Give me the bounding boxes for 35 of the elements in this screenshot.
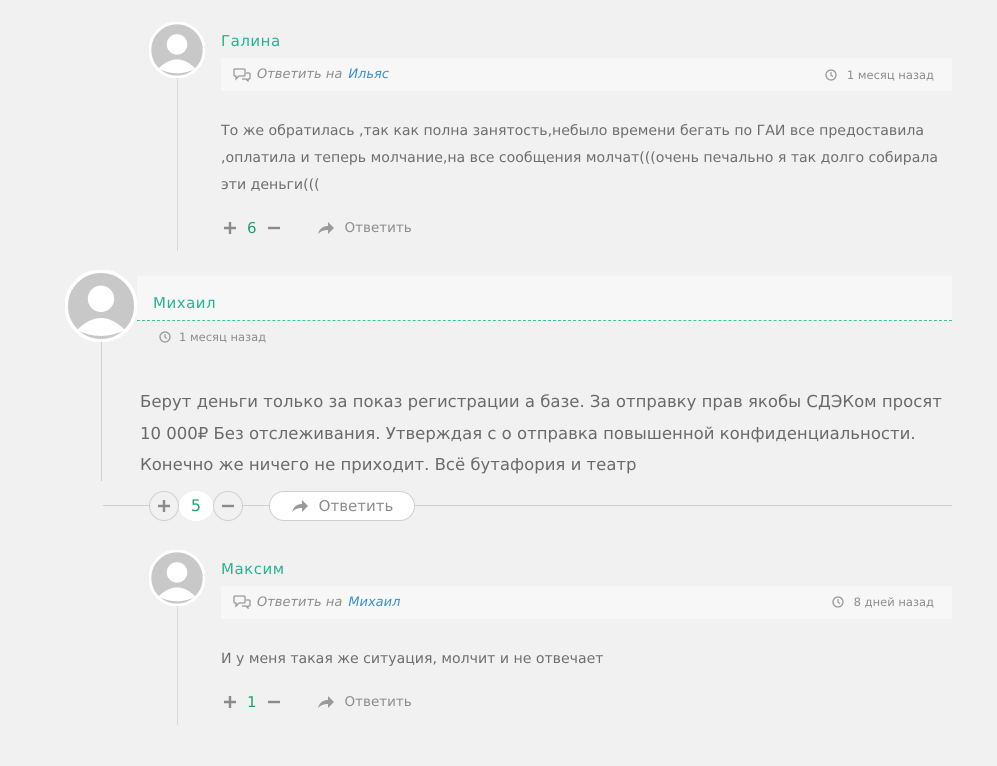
plus-icon <box>223 694 237 708</box>
vote-count: 1 <box>247 692 257 710</box>
clock-icon <box>824 68 837 80</box>
clock-icon <box>832 596 844 608</box>
plus-icon <box>157 498 171 512</box>
author-name[interactable]: Максим <box>221 560 952 578</box>
upvote-button[interactable] <box>149 490 179 520</box>
comment-time: 8 дней назад <box>854 595 934 609</box>
reply-to-label: Ответить на <box>257 594 342 610</box>
vote-count: 5 <box>179 490 213 520</box>
avatar-icon <box>149 22 205 78</box>
downvote-button[interactable] <box>213 490 243 520</box>
reply-to-label: Ответить на <box>257 67 342 82</box>
comment-text: И у меня такая же ситуация, молчит и не отвечает <box>221 650 605 668</box>
reply-button[interactable]: Ответить <box>269 490 415 520</box>
vote-count: 6 <box>247 219 257 237</box>
upvote-button[interactable] <box>221 219 239 237</box>
chat-bubbles-icon <box>233 68 251 82</box>
comment-text: Берут деньги только за показ регистрации а базе. За отправку прав якобы СДЭКом просят 10 000₽ Без отслеживания. Утверждая с о отправка повышенной конфиденциальности. Конечно же ничего не приходит. Всё бутафория и театр <box>140 391 943 476</box>
curved-arrow-icon <box>316 694 335 708</box>
chat-bubbles-icon <box>233 595 251 609</box>
comment-text: То же обратилась ,так как полна занятость,небыло времени бегать по ГАИ все предоставила ,оплатила и теперь молчание,на все сообщения молчат(((очень печально я так долго собирала эти деньги((( <box>221 122 940 195</box>
avatar-icon <box>149 550 205 606</box>
reply-to-link[interactable]: Ильяс <box>348 67 389 82</box>
clock-icon <box>159 331 171 343</box>
author-name[interactable]: Михаил <box>153 294 216 312</box>
author-name[interactable]: Галина <box>221 32 952 50</box>
reply-button[interactable]: Ответить <box>316 694 412 710</box>
reply-to-link[interactable]: Михаил <box>348 594 400 610</box>
comment-time: 1 месяц назад <box>846 68 934 82</box>
reply-button[interactable]: Ответить <box>316 220 412 236</box>
plus-icon <box>223 221 237 235</box>
comment-time: 1 месяц назад <box>179 330 266 344</box>
curved-arrow-icon <box>290 498 309 512</box>
curved-arrow-icon <box>316 221 335 235</box>
